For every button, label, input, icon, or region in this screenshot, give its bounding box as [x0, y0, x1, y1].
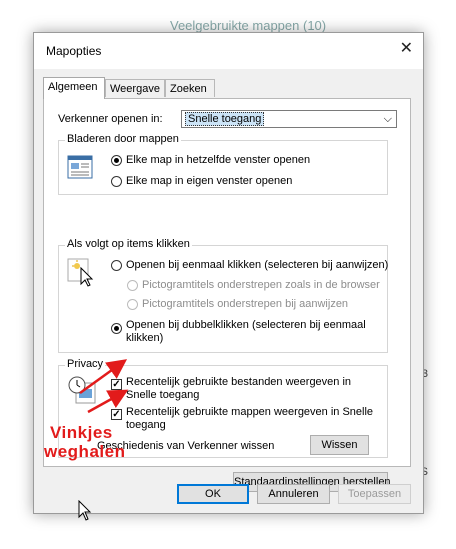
annotation-arrow-upper	[79, 359, 128, 395]
tab-algemeen[interactable]: Algemeen	[43, 77, 105, 99]
annotation-arrow-lower	[87, 389, 129, 414]
